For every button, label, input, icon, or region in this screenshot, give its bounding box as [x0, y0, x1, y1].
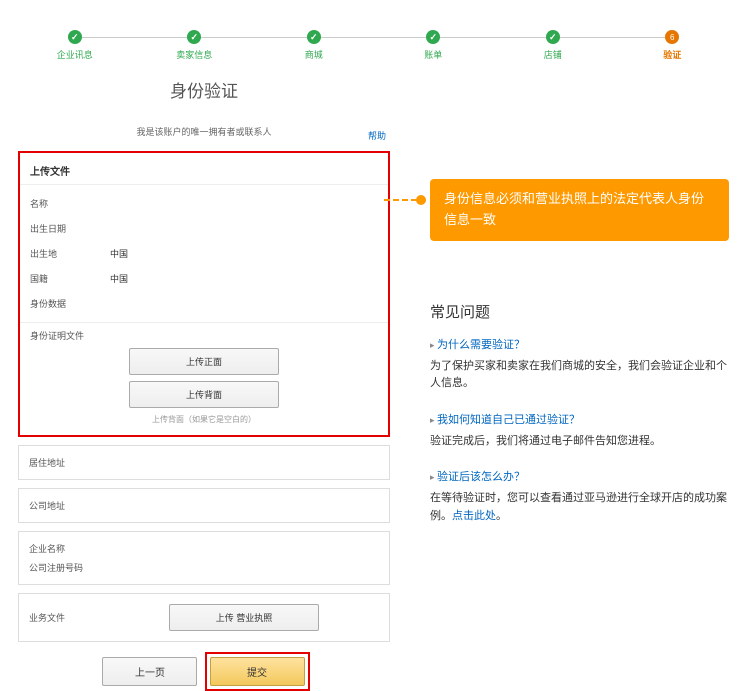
label-address: 居住地址	[29, 456, 109, 469]
upload-panel: 上传文件 名称 出生日期 出生地中国 国籍中国 身份数据 身份证明文件 上传正面…	[18, 151, 390, 437]
label-company-addr: 公司地址	[29, 499, 109, 512]
label-id-doc: 身份证明文件	[30, 329, 378, 342]
faq-title: 常见问题	[430, 301, 729, 322]
upload-license-button[interactable]: 上传 营业执照	[169, 604, 319, 631]
submit-button[interactable]: 提交	[210, 657, 305, 686]
upload-section-title: 上传文件	[30, 163, 378, 178]
page-subtitle: 我是该账户的唯一拥有者或联系人	[18, 120, 390, 143]
faq-q-3[interactable]: 验证后该怎么办？	[430, 468, 729, 484]
callout-point-icon	[416, 195, 426, 205]
faq-link[interactable]: 点击此处	[452, 510, 496, 522]
faq-q-1[interactable]: 为什么需要验证？	[430, 336, 729, 352]
company-address-panel: 公司地址	[18, 488, 390, 523]
callout-text: 身份信息必须和营业执照上的法定代表人身份信息一致	[444, 191, 704, 227]
label-company-name: 企业名称	[29, 542, 109, 555]
step-4: 账单	[374, 30, 494, 61]
callout-box: 身份信息必须和营业执照上的法定代表人身份信息一致	[430, 179, 729, 241]
label-birthplace: 出生地	[30, 247, 110, 260]
faq-a-2: 验证完成后，我们将通过电子邮件告知您进程。	[430, 433, 729, 451]
biz-doc-panel: 业务文件 上传 营业执照	[18, 593, 390, 642]
label-id-data: 身份数据	[30, 297, 110, 310]
faq-q-2[interactable]: 我如何知道自己已通过验证？	[430, 411, 729, 427]
label-dob: 出生日期	[30, 222, 110, 235]
step-1: 企业讯息	[15, 30, 135, 61]
company-name-panel: 企业名称 公司注册号码	[18, 531, 390, 585]
label-biz-doc: 业务文件	[29, 611, 109, 624]
faq-a-1: 为了保护买家和卖家在我们商城的安全，我们会验证企业和个人信息。	[430, 358, 729, 393]
value-birthplace: 中国	[110, 247, 128, 260]
label-name: 名称	[30, 197, 110, 210]
upload-hint: 上传背面（如果它是空白的）	[30, 414, 378, 425]
label-reg-no: 公司注册号码	[29, 561, 109, 574]
page-title: 身份验证	[18, 77, 390, 102]
faq-a-3: 在等待验证时，您可以查看通过亚马逊进行全球开店的成功案例。点击此处。	[430, 490, 729, 525]
upload-back-button[interactable]: 上传背面	[129, 381, 279, 408]
stepper: 企业讯息 卖家信息 商城 账单 店铺 验证	[0, 0, 747, 67]
step-3: 商城	[254, 30, 374, 61]
label-nationality: 国籍	[30, 272, 110, 285]
submit-highlight: 提交	[205, 652, 310, 691]
upload-front-button[interactable]: 上传正面	[129, 348, 279, 375]
prev-button[interactable]: 上一页	[102, 657, 197, 686]
step-5: 店铺	[493, 30, 613, 61]
value-nationality: 中国	[110, 272, 128, 285]
help-link[interactable]: 帮助	[368, 129, 386, 142]
address-panel: 居住地址	[18, 445, 390, 480]
step-2: 卖家信息	[135, 30, 255, 61]
step-6-active: 验证	[613, 30, 733, 61]
